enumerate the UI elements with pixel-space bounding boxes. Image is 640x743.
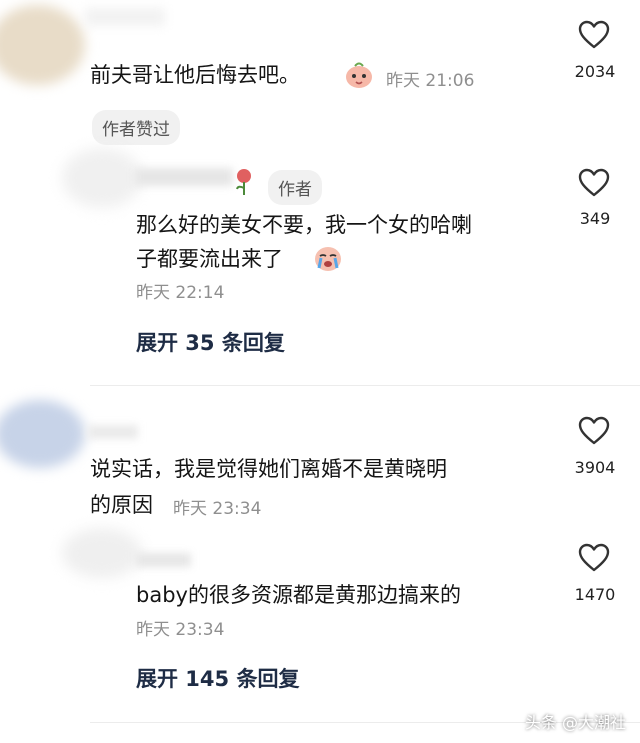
author-liked-tag: 作者赞过 <box>92 110 180 145</box>
reply-username-blurred[interactable] <box>135 168 233 186</box>
reply-avatar-blurred[interactable] <box>62 528 142 578</box>
comment-time: 昨天 21:06 <box>386 71 475 91</box>
reply-like-count: 349 <box>579 209 611 228</box>
heart-icon <box>578 416 610 445</box>
expand-replies-button[interactable]: 展开 35 条回复 <box>136 327 285 357</box>
reply-text-line1: 那么好的美女不要，我一个女的哈喇 <box>136 213 472 237</box>
comment-text-line2: 的原因 <box>90 493 153 517</box>
reply-like-count: 1470 <box>574 585 616 604</box>
reply-text-line2: 子都要流出来了 <box>136 247 283 271</box>
like-count: 2034 <box>574 62 616 81</box>
reply-like-button[interactable] <box>578 543 610 577</box>
reply-like-button[interactable] <box>578 168 610 202</box>
heart-icon <box>578 543 610 572</box>
reply-time: 昨天 22:14 <box>136 283 225 303</box>
like-button[interactable] <box>578 416 610 450</box>
avatar[interactable] <box>0 5 85 85</box>
divider <box>90 385 640 386</box>
heart-icon <box>578 20 610 49</box>
like-button[interactable] <box>578 20 610 54</box>
comment-text-line1: 说实话，我是觉得她们离婚不是黄晓明 <box>90 457 447 481</box>
username-blurred[interactable] <box>85 8 165 26</box>
heart-icon <box>578 168 610 197</box>
watermark: 头条 @大潮社 <box>524 713 626 732</box>
author-tag: 作者 <box>268 170 322 205</box>
username-blurred[interactable] <box>88 425 138 439</box>
reply-avatar-blurred[interactable] <box>62 148 142 208</box>
emoji-icon <box>344 61 374 89</box>
comment-text: 前夫哥让他后悔去吧。 <box>90 63 300 87</box>
reply-text: baby的很多资源都是黄那边搞来的 <box>136 583 461 607</box>
expand-replies-button[interactable]: 展开 145 条回复 <box>136 663 299 693</box>
rose-icon <box>234 168 254 200</box>
avatar[interactable] <box>0 400 85 468</box>
reply-username-blurred[interactable] <box>136 553 191 567</box>
reply-time: 昨天 23:34 <box>136 620 225 640</box>
comment-time: 昨天 23:34 <box>173 499 262 519</box>
like-count: 3904 <box>574 458 616 477</box>
crying-emoji-icon <box>313 244 343 276</box>
